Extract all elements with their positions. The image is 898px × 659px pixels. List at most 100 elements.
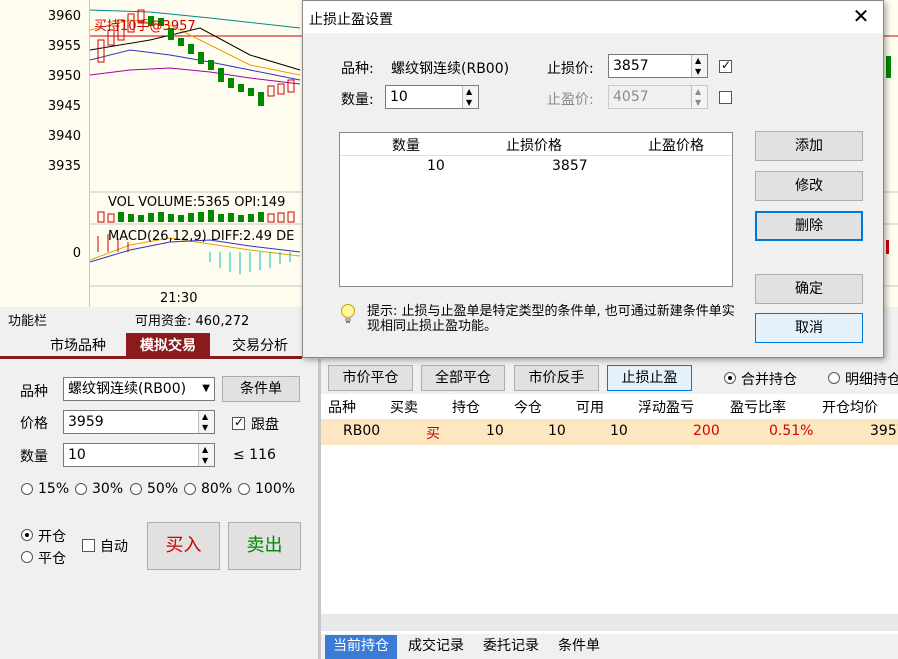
qty-stepper[interactable]: [198, 444, 214, 466]
column-header[interactable]: 可用: [576, 397, 604, 417]
list-cell-stoploss: 3857: [552, 158, 588, 174]
cell-holding: 10: [486, 423, 504, 439]
merge-positions-radio[interactable]: [724, 372, 736, 384]
market-reverse-button[interactable]: 市价反手: [514, 365, 599, 391]
ratio-30-radio[interactable]: [75, 483, 87, 495]
detail-positions-radio[interactable]: [828, 372, 840, 384]
stoploss-value: 3857: [613, 58, 649, 74]
column-header[interactable]: 持仓: [452, 397, 480, 417]
price-input[interactable]: 3959: [63, 410, 215, 434]
column-header[interactable]: 盈亏比率: [730, 397, 786, 417]
time-label: 21:30: [160, 291, 197, 306]
add-button[interactable]: 添加: [755, 131, 863, 161]
column-header[interactable]: 今仓: [514, 397, 542, 417]
qty-label: 数量: [20, 449, 48, 465]
cell-float-pl: 200: [693, 423, 720, 439]
close-all-button[interactable]: 全部平仓: [421, 365, 505, 391]
lightbulb-icon: [341, 304, 355, 323]
tab-simulated-trade[interactable]: 模拟交易: [126, 333, 210, 359]
cancel-button[interactable]: 取消: [755, 313, 863, 343]
ratio-15-label: 15%: [38, 481, 70, 497]
ratio-80-label: 80%: [201, 481, 233, 497]
tab-order-records[interactable]: 委托记录: [475, 635, 547, 659]
ratio-100-radio[interactable]: [238, 483, 250, 495]
cell-today: 10: [548, 423, 566, 439]
qty-max: ≤ 116: [233, 447, 276, 463]
market-close-button[interactable]: 市价平仓: [328, 365, 413, 391]
ratio-30-label: 30%: [92, 481, 124, 497]
table-row[interactable]: RB00 买 10 10 10 200 0.51% 3957: [321, 419, 898, 445]
dlg-qty-value: 10: [390, 89, 408, 105]
buy-button[interactable]: 买入: [147, 522, 220, 570]
column-header[interactable]: 浮动盈亏: [638, 397, 694, 417]
price-stepper[interactable]: [198, 411, 214, 433]
takeprofit-input[interactable]: 4057: [608, 85, 708, 109]
dlg-symbol-value: 螺纹钢连续(RB00): [391, 61, 510, 77]
tab-trade-analysis[interactable]: 交易分析: [218, 333, 302, 359]
dlg-qty-stepper[interactable]: [462, 86, 478, 108]
sell-button[interactable]: 卖出: [228, 522, 301, 570]
modify-button[interactable]: 修改: [755, 171, 863, 201]
open-radio[interactable]: [21, 529, 33, 541]
dlg-symbol-label: 品种:: [341, 61, 374, 77]
tab-condition-orders[interactable]: 条件单: [550, 635, 608, 659]
price-label: 3940: [47, 129, 81, 144]
ok-button[interactable]: 确定: [755, 274, 863, 304]
price-label: 3960: [47, 9, 81, 24]
cell-direction: 买: [426, 426, 440, 442]
close-icon[interactable]: ✕: [849, 5, 873, 29]
stoploss-checkbox[interactable]: [719, 58, 732, 73]
ratio-50-radio[interactable]: [130, 483, 142, 495]
chevron-down-icon: ▼: [202, 383, 210, 394]
dialog-title: 止损止盈设置: [309, 12, 393, 28]
volume-label: VOL VOLUME:5365 OPI:149: [108, 195, 285, 210]
list-header-stoploss[interactable]: 止损价格: [506, 135, 562, 155]
takeprofit-value: 4057: [613, 89, 649, 105]
stoploss-stepper[interactable]: [691, 55, 707, 77]
list-header-takeprofit[interactable]: 止盈价格: [648, 135, 704, 155]
auto-label: 自动: [100, 539, 128, 555]
left-tab-bar: 市场品种 模拟交易 交易分析: [0, 331, 302, 359]
tab-trade-records[interactable]: 成交记录: [400, 635, 472, 659]
qty-input[interactable]: 10: [63, 443, 215, 467]
cell-pl-ratio: 0.51%: [769, 423, 814, 439]
detail-positions-label: 明细持仓: [845, 372, 898, 388]
positions-panel: 市价平仓 全部平仓 市价反手 止损止盈 合并持仓 明细持仓 品种 买卖 持仓 今…: [321, 359, 898, 659]
symbol-select[interactable]: 螺纹钢连续(RB00) ▼: [63, 377, 215, 401]
column-header[interactable]: 买卖: [390, 397, 418, 417]
tip-text: 提示: 止损与止盈单是特定类型的条件单, 也可通过新建条件单实现相同止损止盈功能…: [367, 304, 735, 334]
takeprofit-checkbox[interactable]: [719, 91, 732, 104]
dialog-title-bar[interactable]: 止损止盈设置 ✕: [303, 1, 883, 33]
takeprofit-stepper[interactable]: [691, 86, 707, 108]
column-header[interactable]: 开仓均价: [822, 397, 878, 417]
follow-checkbox[interactable]: [232, 415, 245, 430]
ratio-15-radio[interactable]: [21, 483, 33, 495]
close-label: 平仓: [38, 551, 66, 567]
cell-open-avg: 3957: [870, 423, 898, 439]
list-header-qty[interactable]: 数量: [392, 135, 420, 155]
price-label: 价格: [20, 416, 48, 432]
qty-value: 10: [68, 447, 86, 463]
dlg-qty-input[interactable]: 10: [385, 85, 479, 109]
condition-order-button[interactable]: 条件单: [222, 376, 300, 402]
symbol-value: 螺纹钢连续(RB00): [68, 381, 187, 397]
available-funds: 可用资金: 460,272: [135, 314, 250, 329]
positions-table: 品种 买卖 持仓 今仓 可用 浮动盈亏 盈亏比率 开仓均价 RB00 买 10 …: [321, 394, 898, 634]
close-radio[interactable]: [21, 551, 33, 563]
hold-annotation: 买持10手@3957: [94, 19, 196, 34]
ratio-80-radio[interactable]: [184, 483, 196, 495]
tab-market[interactable]: 市场品种: [36, 333, 120, 359]
cell-available: 10: [610, 423, 628, 439]
dlg-qty-label: 数量:: [341, 92, 374, 108]
horizontal-scrollbar[interactable]: [321, 614, 898, 631]
tab-current-positions[interactable]: 当前持仓: [325, 635, 397, 659]
delete-button[interactable]: 删除: [755, 211, 863, 241]
list-item[interactable]: 10 3857: [340, 156, 732, 178]
stop-loss-profit-button[interactable]: 止损止盈: [607, 365, 692, 391]
auto-checkbox[interactable]: [82, 539, 95, 552]
column-header[interactable]: 品种: [328, 397, 356, 417]
stop-order-list[interactable]: 数量 止损价格 止盈价格 10 3857: [339, 132, 733, 287]
list-cell-qty: 10: [427, 158, 445, 174]
macd-zero-label: 0: [72, 246, 81, 261]
stoploss-input[interactable]: 3857: [608, 54, 708, 78]
